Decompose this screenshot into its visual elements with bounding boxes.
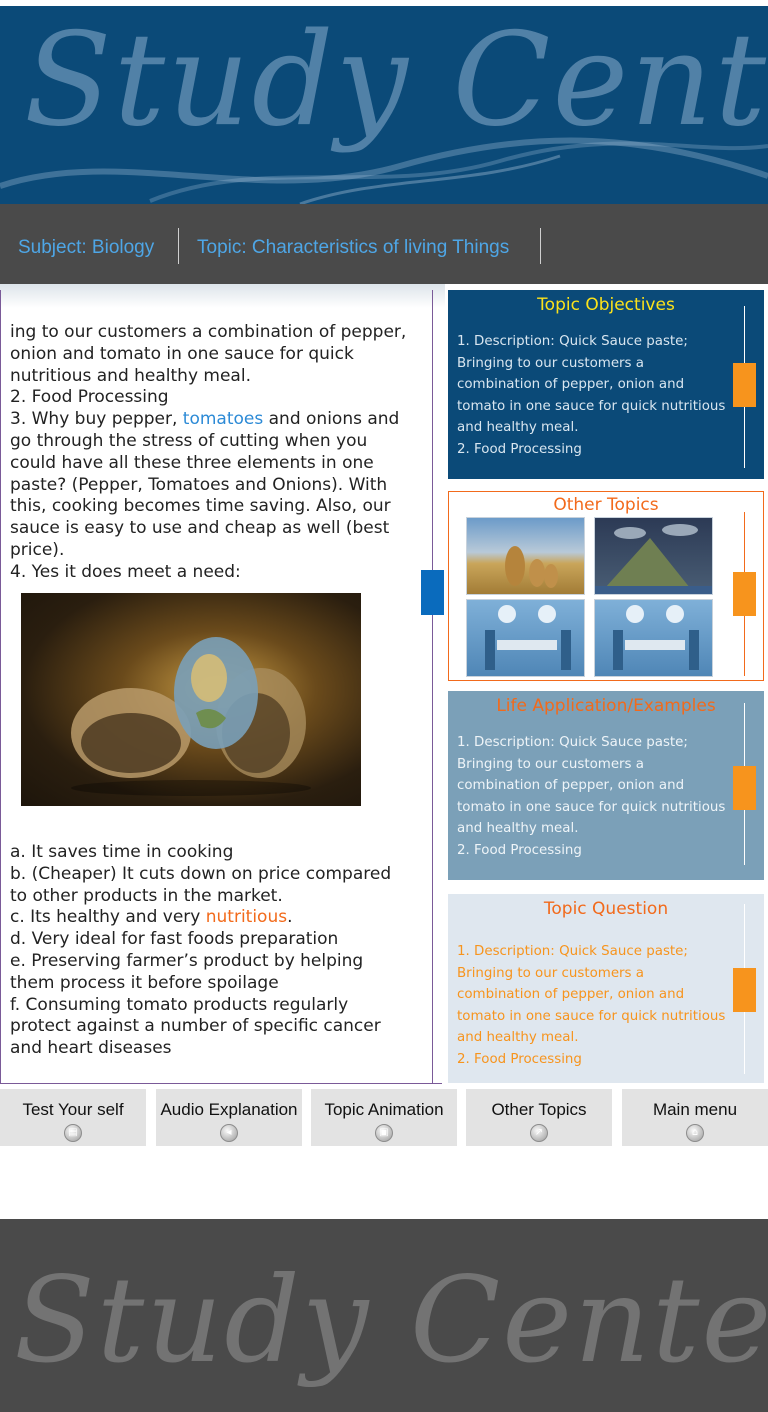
content-scrollbar[interactable] (421, 570, 444, 615)
other-topics-panel: Other Topics (448, 491, 764, 681)
lesson-content: ing to our customers a combination of pe… (0, 290, 444, 1084)
breadcrumb-bar: Subject: Biology Topic: Characteristics … (0, 204, 768, 284)
divider (178, 228, 179, 264)
lesson-text-bottom: a. It saves time in cooking b. (Cheaper)… (10, 842, 412, 1060)
panel-scrollbar[interactable] (733, 363, 756, 407)
panel-title: Other Topics (553, 495, 659, 515)
list-item: e. Preserving farmer’s product by helpin… (10, 950, 364, 993)
header-banner: Study Center (0, 6, 768, 204)
nutritious-link[interactable]: nutritious (206, 907, 287, 927)
paragraph: ing to our customers a combination of pe… (10, 322, 407, 386)
topic-question-panel: Topic Question 1. Description: Quick Sau… (448, 894, 764, 1083)
operating-room-image[interactable] (466, 599, 585, 677)
speaker-icon: ◂ (220, 1124, 238, 1142)
doc-icon: ▤ (64, 1124, 82, 1142)
panel-title: Topic Question (543, 899, 669, 919)
list-item: 2. Food Processing (10, 387, 169, 408)
operating-room-image[interactable] (594, 599, 713, 677)
panel-body: 1. Description: Quick Sauce paste; Bring… (457, 334, 726, 457)
main-menu-button[interactable]: Main menu ⌂ (622, 1089, 768, 1146)
film-icon: ▣ (375, 1124, 393, 1142)
arrow-icon: ↗ (530, 1124, 548, 1142)
bottom-tab-bar: Test Your self ▤ Audio Explanation ◂ Top… (0, 1089, 768, 1146)
lesson-text-top: ing to our customers a combination of pe… (10, 322, 412, 584)
list-item: b. (Cheaper) It cuts down on price compa… (10, 863, 392, 906)
subject-label[interactable]: Subject: Biology (18, 237, 154, 259)
water-cycle-diagram-image[interactable] (594, 517, 713, 595)
panel-scrollbar[interactable] (733, 968, 756, 1012)
life-application-panel: Life Application/Examples 1. Description… (448, 691, 764, 880)
list-item: 4. Yes it does meet a need: (10, 561, 241, 582)
panel-body: 1. Description: Quick Sauce paste; Bring… (457, 735, 726, 858)
other-topics-button[interactable]: Other Topics ↗ (466, 1089, 612, 1146)
panel-title: Topic Objectives (537, 295, 675, 315)
home-icon: ⌂ (686, 1124, 704, 1142)
audio-explanation-button[interactable]: Audio Explanation ◂ (156, 1089, 302, 1146)
topic-objectives-panel: Topic Objectives 1. Description: Quick S… (448, 290, 764, 479)
study-center-logo: Study Center (14, 1251, 768, 1389)
panel-scrollbar[interactable] (733, 572, 756, 616)
topic-label[interactable]: Topic: Characteristics of living Things (197, 237, 509, 259)
list-item: f. Consuming tomato products regularly p… (10, 994, 381, 1059)
divider (540, 228, 541, 264)
egg-globe-image (21, 593, 361, 806)
topic-animation-button[interactable]: Topic Animation ▣ (311, 1089, 457, 1146)
list-item: a. It saves time in cooking (10, 842, 234, 862)
study-center-logo: Study Center (24, 6, 768, 155)
panel-scrollbar[interactable] (733, 766, 756, 810)
cheetah-family-image[interactable] (466, 517, 585, 595)
footer: Study Center (0, 1219, 768, 1412)
list-item: d. Very ideal for fast foods preparation (10, 929, 339, 950)
panel-body: 1. Description: Quick Sauce paste; Bring… (457, 944, 726, 1067)
tomatoes-link[interactable]: tomatoes (183, 409, 263, 429)
panel-title: Life Application/Examples (496, 696, 716, 716)
list-item: 3. Why buy pepper, tomatoes and onions a… (10, 409, 400, 560)
list-item: c. Its healthy and very nutritious. (10, 907, 293, 928)
scroll-track (432, 290, 433, 1084)
test-yourself-button[interactable]: Test Your self ▤ (0, 1089, 146, 1146)
